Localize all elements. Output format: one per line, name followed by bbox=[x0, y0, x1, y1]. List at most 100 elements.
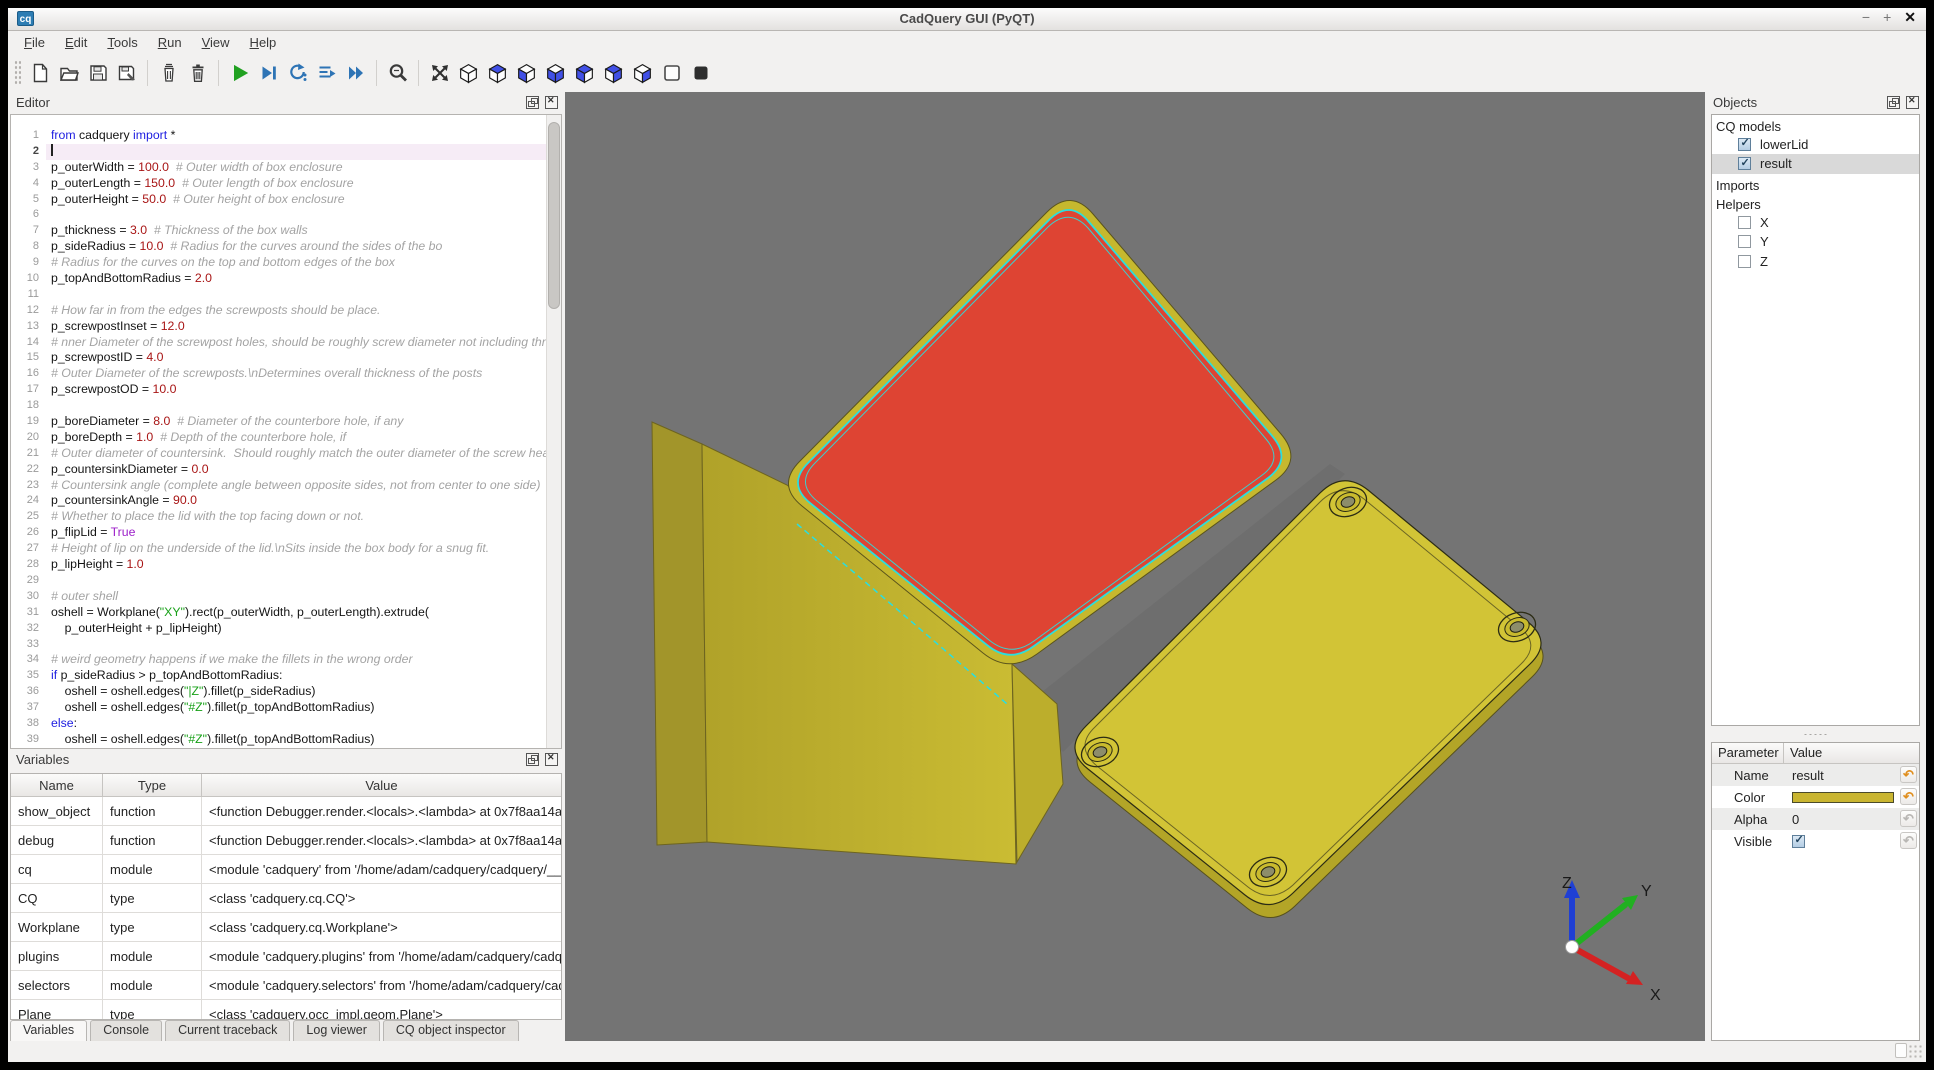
color-swatch[interactable] bbox=[1792, 792, 1894, 803]
table-row[interactable]: Workplanetype<class 'cadquery.cq.Workpla… bbox=[11, 913, 561, 942]
menu-item-tools[interactable]: Tools bbox=[97, 33, 147, 52]
code-line[interactable]: 21# Outer diameter of countersink. Shoul… bbox=[11, 446, 547, 462]
column-header-type[interactable]: Type bbox=[103, 774, 202, 796]
revert-icon[interactable]: ↶ bbox=[1900, 832, 1917, 849]
continue-button[interactable] bbox=[341, 58, 370, 88]
tab-log-viewer[interactable]: Log viewer bbox=[293, 1020, 379, 1041]
fit-all-button[interactable] bbox=[425, 58, 454, 88]
view-iso-button[interactable] bbox=[454, 58, 483, 88]
viewport-canvas[interactable]: Z Y X bbox=[565, 92, 1705, 1041]
code-line[interactable]: 5p_outerHeight = 50.0 # Outer height of … bbox=[11, 192, 547, 208]
menu-item-file[interactable]: File bbox=[14, 33, 55, 52]
code-line[interactable]: 37 oshell = oshell.edges("#Z").fillet(p_… bbox=[11, 700, 547, 716]
tab-cq-object-inspector[interactable]: CQ object inspector bbox=[383, 1020, 519, 1041]
resize-grip-icon[interactable] bbox=[1908, 1044, 1923, 1059]
code-line[interactable]: 38else: bbox=[11, 716, 547, 732]
maximize-button[interactable]: + bbox=[1883, 9, 1891, 26]
save-button[interactable] bbox=[83, 58, 112, 88]
code-line[interactable]: 15p_screwpostID = 4.0 bbox=[11, 350, 547, 366]
code-line[interactable]: 1from cadquery import * bbox=[11, 128, 547, 144]
code-line[interactable]: 22p_countersinkDiameter = 0.0 bbox=[11, 462, 547, 478]
tree-item-x[interactable]: X bbox=[1712, 213, 1919, 233]
code-line[interactable]: 30# outer shell bbox=[11, 589, 547, 605]
tree-group-cq-models[interactable]: CQ models bbox=[1712, 115, 1919, 135]
code-line[interactable]: 6 bbox=[11, 207, 547, 223]
view-right-button[interactable] bbox=[628, 58, 657, 88]
tree-item-lowerlid[interactable]: lowerLid bbox=[1712, 135, 1919, 155]
parameter-row-visible[interactable]: Visible↶ bbox=[1712, 830, 1919, 852]
minimize-button[interactable]: − bbox=[1862, 9, 1870, 26]
code-line[interactable]: 34# weird geometry happens if we make th… bbox=[11, 652, 547, 668]
variables-float-icon[interactable] bbox=[526, 753, 539, 766]
code-editor[interactable]: 1from cadquery import *23p_outerWidth = … bbox=[10, 114, 562, 749]
code-line[interactable]: 14# nner Diameter of the screwpost holes… bbox=[11, 335, 547, 351]
code-line[interactable]: 33 bbox=[11, 637, 547, 653]
variables-close-icon[interactable] bbox=[545, 753, 558, 766]
code-line[interactable]: 18 bbox=[11, 398, 547, 414]
code-line[interactable]: 35if p_sideRadius > p_topAndBottomRadius… bbox=[11, 668, 547, 684]
menu-item-help[interactable]: Help bbox=[240, 33, 287, 52]
editor-scrollbar[interactable] bbox=[546, 115, 561, 748]
zoom-button[interactable] bbox=[383, 58, 412, 88]
code-line[interactable]: 16# Outer Diameter of the screwposts.\nD… bbox=[11, 366, 547, 382]
revert-icon[interactable]: ↶ bbox=[1900, 810, 1917, 827]
parameter-row-alpha[interactable]: Alpha0↶ bbox=[1712, 808, 1919, 830]
code-line[interactable]: 17p_screwpostOD = 10.0 bbox=[11, 382, 547, 398]
code-line[interactable]: 25# Whether to place the lid with the to… bbox=[11, 509, 547, 525]
clear-script-button[interactable] bbox=[154, 58, 183, 88]
parameter-value[interactable]: 0 bbox=[1784, 812, 1919, 827]
code-line[interactable]: 8p_sideRadius = 10.0 # Radius for the cu… bbox=[11, 239, 547, 255]
restart-button[interactable] bbox=[283, 58, 312, 88]
new-file-button[interactable] bbox=[25, 58, 54, 88]
parameter-value[interactable] bbox=[1784, 835, 1919, 848]
tab-console[interactable]: Console bbox=[90, 1020, 162, 1041]
code-line[interactable]: 12# How far in from the edges the screwp… bbox=[11, 303, 547, 319]
table-row[interactable]: cqmodule<module 'cadquery' from '/home/a… bbox=[11, 855, 561, 884]
parameter-value[interactable]: result bbox=[1784, 768, 1919, 783]
tree-group-imports[interactable]: Imports bbox=[1712, 174, 1919, 194]
visibility-checkbox[interactable] bbox=[1738, 157, 1751, 170]
visibility-checkbox[interactable] bbox=[1738, 235, 1751, 248]
parameter-value[interactable] bbox=[1784, 792, 1919, 803]
tree-item-y[interactable]: Y bbox=[1712, 232, 1919, 252]
parameter-row-name[interactable]: Nameresult↶ bbox=[1712, 764, 1919, 786]
open-file-button[interactable] bbox=[54, 58, 83, 88]
table-row[interactable]: CQtype<class 'cadquery.cq.CQ'> bbox=[11, 884, 561, 913]
code-line[interactable]: 32 p_outerHeight + p_lipHeight) bbox=[11, 621, 547, 637]
revert-icon[interactable]: ↶ bbox=[1900, 788, 1917, 805]
save-as-button[interactable] bbox=[112, 58, 141, 88]
code-area[interactable]: 1from cadquery import *23p_outerWidth = … bbox=[11, 115, 547, 748]
code-line[interactable]: 7p_thickness = 3.0 # Thickness of the bo… bbox=[11, 223, 547, 239]
table-row[interactable]: pluginsmodule<module 'cadquery.plugins' … bbox=[11, 942, 561, 971]
table-row[interactable]: show_objectfunction<function Debugger.re… bbox=[11, 797, 561, 826]
step-over-button[interactable] bbox=[312, 58, 341, 88]
editor-float-icon[interactable] bbox=[526, 96, 539, 109]
objects-close-icon[interactable] bbox=[1906, 96, 1919, 109]
code-line[interactable]: 27# Height of lip on the underside of th… bbox=[11, 541, 547, 557]
objects-float-icon[interactable] bbox=[1887, 96, 1900, 109]
visibility-checkbox[interactable] bbox=[1738, 216, 1751, 229]
code-line[interactable]: 29 bbox=[11, 573, 547, 589]
code-line[interactable]: 2 bbox=[11, 144, 547, 160]
code-line[interactable]: 13p_screwpostInset = 12.0 bbox=[11, 319, 547, 335]
code-line[interactable]: 23# Countersink angle (complete angle be… bbox=[11, 478, 547, 494]
delete-button[interactable] bbox=[183, 58, 212, 88]
editor-scrollbar-thumb[interactable] bbox=[548, 122, 560, 309]
code-line[interactable]: 9# Radius for the curves on the top and … bbox=[11, 255, 547, 271]
tree-item-result[interactable]: result bbox=[1712, 154, 1919, 174]
code-line[interactable]: 20p_boreDepth = 1.0 # Depth of the count… bbox=[11, 430, 547, 446]
code-line[interactable]: 11 bbox=[11, 287, 547, 303]
visible-checkbox[interactable] bbox=[1792, 835, 1805, 848]
tab-current-traceback[interactable]: Current traceback bbox=[165, 1020, 290, 1041]
table-row[interactable]: debugfunction<function Debugger.render.<… bbox=[11, 826, 561, 855]
menu-item-edit[interactable]: Edit bbox=[55, 33, 97, 52]
column-header-value[interactable]: Value bbox=[202, 774, 561, 796]
code-line[interactable]: 4p_outerLength = 150.0 # Outer length of… bbox=[11, 176, 547, 192]
table-row[interactable]: Planetype<class 'cadquery.occ_impl.geom.… bbox=[11, 1000, 561, 1020]
view-front-button[interactable] bbox=[541, 58, 570, 88]
code-line[interactable]: 28p_lipHeight = 1.0 bbox=[11, 557, 547, 573]
toolbar-drag-handle[interactable] bbox=[14, 60, 21, 86]
visibility-checkbox[interactable] bbox=[1738, 138, 1751, 151]
code-line[interactable]: 36 oshell = oshell.edges("|Z").fillet(p_… bbox=[11, 684, 547, 700]
shaded-button[interactable] bbox=[686, 58, 715, 88]
